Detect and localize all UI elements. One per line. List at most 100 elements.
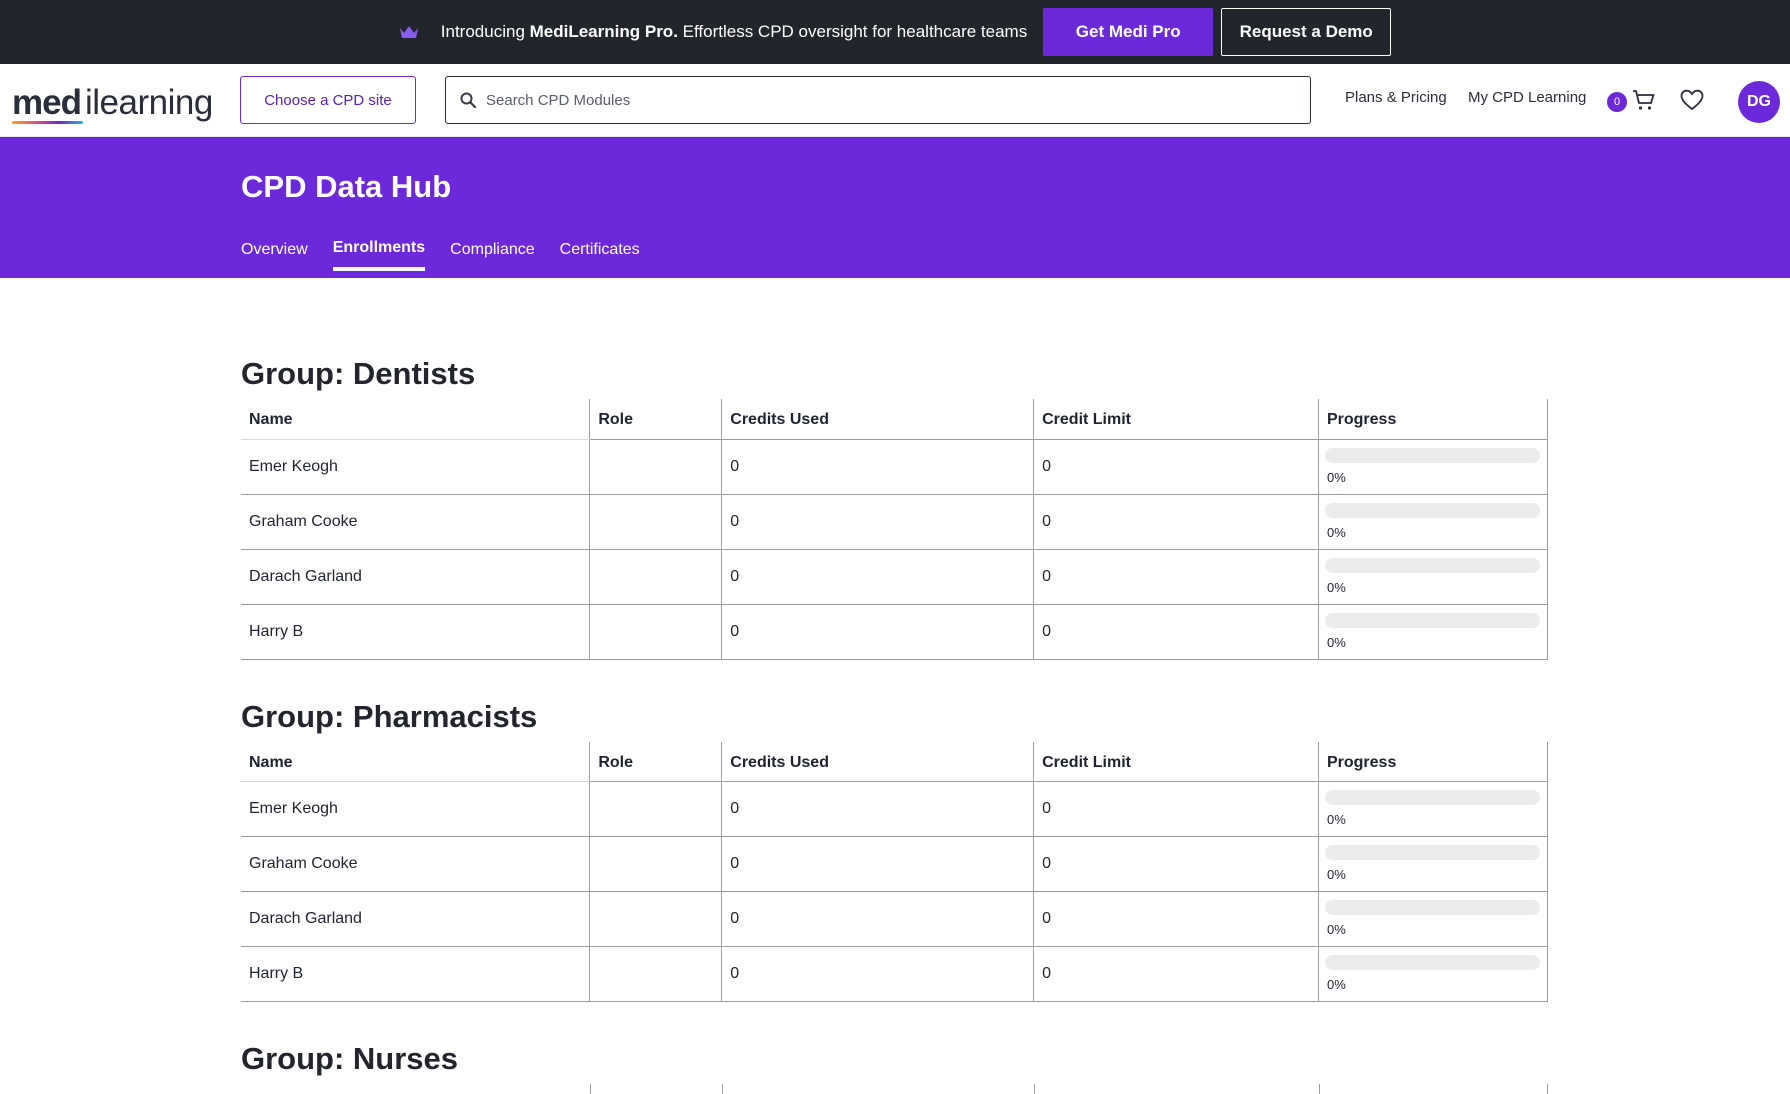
hub-tabs: Overview Enrollments Compliance Certific…	[241, 239, 665, 271]
tab-overview[interactable]: Overview	[241, 241, 308, 271]
search-box[interactable]	[445, 76, 1311, 124]
progress-bar	[1324, 502, 1540, 518]
cell-progress: 0%	[1318, 439, 1549, 495]
medilearning-logo[interactable]: med ilearning	[12, 80, 213, 124]
cell-credits-used: 0	[721, 781, 1035, 838]
cell-credit-limit: 0	[1033, 946, 1319, 1003]
heart-icon[interactable]	[1680, 89, 1704, 111]
cell-name: Harry B	[241, 604, 591, 660]
cell-progress: 0%	[1318, 836, 1549, 893]
tab-certificates[interactable]: Certificates	[560, 241, 640, 271]
header-name[interactable]: Name	[241, 741, 591, 783]
group-title-pharmacists: Group: Pharmacists	[241, 698, 538, 734]
cell-name: Darach Garland	[241, 549, 591, 605]
cell-role	[589, 494, 723, 550]
cell-role	[589, 836, 723, 893]
nav-my-cpd-learning[interactable]: My CPD Learning	[1468, 89, 1586, 106]
header-name[interactable]: Name	[241, 399, 591, 440]
cell-role	[589, 604, 723, 660]
cell-role	[589, 439, 723, 495]
header-credit-limit[interactable]: Credit Limit	[1033, 399, 1319, 440]
table-row[interactable]: Harry B 0 0 0%	[241, 946, 1549, 1003]
cell-name: Darach Garland	[241, 891, 591, 948]
tab-enrollments[interactable]: Enrollments	[332, 239, 426, 271]
cell-name: Emer Keogh	[241, 439, 591, 495]
table-header-row: Name Role Credits Used Credit Limit Prog…	[241, 741, 1549, 783]
cell-credits-used: 0	[721, 604, 1035, 660]
cell-progress: 0%	[1318, 549, 1549, 605]
announcement-text: Introducing MediLearning Pro. Effortless…	[441, 22, 1027, 42]
search-icon	[460, 92, 476, 108]
table-row[interactable]: Emer Keogh 0 0 0%	[241, 439, 1549, 495]
announcement-intro: Introducing	[440, 22, 530, 41]
cell-progress: 0%	[1318, 604, 1549, 660]
table-row[interactable]: Darach Garland 0 0 0%	[241, 549, 1549, 605]
progress-bar	[1324, 900, 1540, 916]
cell-credit-limit: 0	[1033, 781, 1319, 838]
nav-plans-pricing[interactable]: Plans & Pricing	[1345, 89, 1447, 106]
logo-ilearning: ilearning	[84, 83, 213, 122]
progress-percent: 0%	[1326, 867, 1346, 883]
cell-credit-limit: 0	[1033, 549, 1319, 605]
progress-percent: 0%	[1326, 634, 1346, 650]
table-row[interactable]: Harry B 0 0 0%	[241, 604, 1549, 660]
hero-banner: CPD Data Hub Overview Enrollments Compli…	[0, 137, 1790, 278]
choose-cpd-site-button[interactable]: Choose a CPD site	[240, 76, 416, 124]
header-role[interactable]: Role	[589, 741, 723, 783]
progress-percent: 0%	[1326, 922, 1346, 938]
request-demo-button[interactable]: Request a Demo	[1221, 8, 1392, 56]
progress-bar	[1324, 845, 1540, 861]
progress-percent: 0%	[1326, 812, 1346, 828]
announcement-bar: Introducing MediLearning Pro. Effortless…	[0, 0, 1790, 64]
crown-icon	[399, 24, 419, 40]
cell-credits-used: 0	[721, 494, 1035, 550]
cell-role	[589, 549, 723, 605]
progress-bar	[1324, 790, 1540, 806]
progress-percent: 0%	[1326, 469, 1346, 485]
progress-percent: 0%	[1326, 579, 1346, 595]
progress-bar	[1324, 955, 1540, 971]
cell-name: Graham Cooke	[241, 494, 591, 550]
cell-progress: 0%	[1318, 494, 1549, 550]
get-medi-pro-button[interactable]: Get Medi Pro	[1043, 8, 1214, 56]
cell-progress: 0%	[1318, 891, 1549, 948]
tab-compliance[interactable]: Compliance	[450, 241, 534, 271]
cell-role	[589, 781, 723, 838]
table-row[interactable]: Darach Garland 0 0 0%	[241, 891, 1549, 948]
header-role[interactable]: Role	[589, 399, 723, 440]
cell-name: Harry B	[241, 946, 591, 1003]
table-row[interactable]: Graham Cooke 0 0 0%	[241, 836, 1549, 893]
group-title-nurses: Group: Nurses	[241, 1041, 459, 1077]
header-credits-used[interactable]: Credits Used	[721, 399, 1035, 440]
cell-role	[589, 946, 723, 1003]
header-progress[interactable]: Progress	[1318, 399, 1549, 440]
cell-credit-limit: 0	[1033, 439, 1319, 495]
cell-name: Graham Cooke	[241, 836, 591, 893]
progress-bar	[1324, 447, 1540, 463]
progress-percent: 0%	[1326, 977, 1346, 993]
progress-bar	[1324, 557, 1540, 573]
cell-progress: 0%	[1318, 781, 1549, 838]
enrollments-content: Group: Dentists Name Role Credits Used C…	[241, 356, 1549, 1094]
group-title-dentists: Group: Dentists	[241, 356, 476, 391]
header-progress[interactable]: Progress	[1318, 741, 1549, 783]
cell-credit-limit: 0	[1033, 891, 1319, 948]
group-table-pharmacists: Name Role Credits Used Credit Limit Prog…	[241, 741, 1549, 1003]
cell-credits-used: 0	[721, 836, 1035, 893]
cell-credits-used: 0	[721, 946, 1035, 1003]
table-row[interactable]: Emer Keogh 0 0 0%	[241, 781, 1549, 838]
cell-name: Emer Keogh	[241, 781, 591, 838]
cell-credits-used: 0	[721, 439, 1035, 495]
cell-credit-limit: 0	[1033, 494, 1319, 550]
cart-icon[interactable]	[1632, 88, 1656, 112]
table-row[interactable]: Graham Cooke 0 0 0%	[241, 494, 1549, 550]
header-credit-limit[interactable]: Credit Limit	[1033, 741, 1319, 783]
announcement-product: MediLearning Pro.	[529, 22, 678, 41]
group-table-dentists: Name Role Credits Used Credit Limit Prog…	[241, 399, 1549, 660]
page-title: CPD Data Hub	[241, 169, 452, 204]
header-credits-used[interactable]: Credits Used	[721, 741, 1035, 783]
user-avatar[interactable]: DG	[1738, 81, 1780, 123]
cart-count-badge: 0	[1607, 92, 1627, 112]
cell-role	[589, 891, 723, 948]
search-input[interactable]	[486, 91, 1266, 109]
